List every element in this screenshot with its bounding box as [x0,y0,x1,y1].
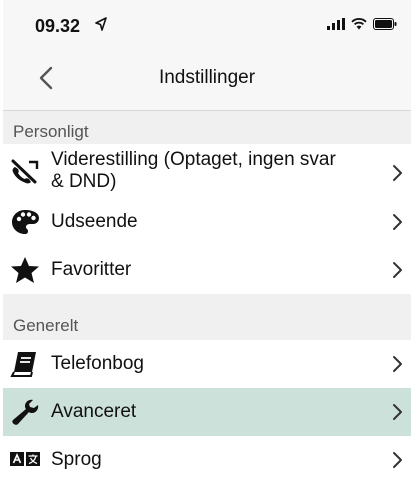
settings-row-label: Favoritter [51,259,132,280]
star-icon [11,257,39,283]
settings-row-label: Avanceret [51,401,137,422]
battery-icon [373,18,397,30]
settings-row-appearance[interactable]: Udseende [3,198,411,247]
settings-row-call-forwarding[interactable]: Viderestilling (Optaget, ingen svar & DN… [3,144,411,199]
chevron-right-icon [393,356,402,372]
settings-row-label: Sprog [51,449,102,470]
status-icons [327,18,397,30]
settings-row-advanced[interactable]: Avanceret [3,388,411,437]
palette-icon [12,210,39,234]
signal-icon [327,18,345,30]
status-time: 09.32 [35,16,81,36]
settings-row-label: Viderestilling (Optaget, ingen svar [51,149,336,170]
chevron-right-icon [393,214,402,230]
chevron-right-icon [393,165,402,181]
status-bar: 09.32 [3,0,411,46]
location-arrow-icon [95,17,107,31]
navigation-bar: Indstillinger [3,46,411,111]
chevron-right-icon [393,262,402,278]
settings-row-phonebook[interactable]: Telefonbog [3,340,411,389]
settings-row-label: Telefonbog [51,353,144,374]
settings-row-label: Udseende [51,211,138,232]
chevron-right-icon [393,404,402,420]
section-header-label: Personligt [13,122,89,141]
chevron-right-icon [393,452,402,468]
call-forwarding-icon [11,159,39,184]
language-icon [10,452,40,466]
wrench-icon [12,399,39,425]
wifi-icon [351,18,367,30]
settings-row-label-continued: & DND) [51,171,117,192]
settings-screen: 09.32 Indstillinger Personligt Videresti… [3,0,411,482]
book-icon [10,352,36,377]
settings-row-favorites[interactable]: Favoritter [3,246,411,295]
section-header-label: Generelt [13,316,79,335]
settings-row-language[interactable]: Sprog [3,436,411,482]
section-header-personal: Personligt [3,111,411,144]
section-header-general: Generelt [3,294,411,340]
page-title: Indstillinger [158,67,256,88]
